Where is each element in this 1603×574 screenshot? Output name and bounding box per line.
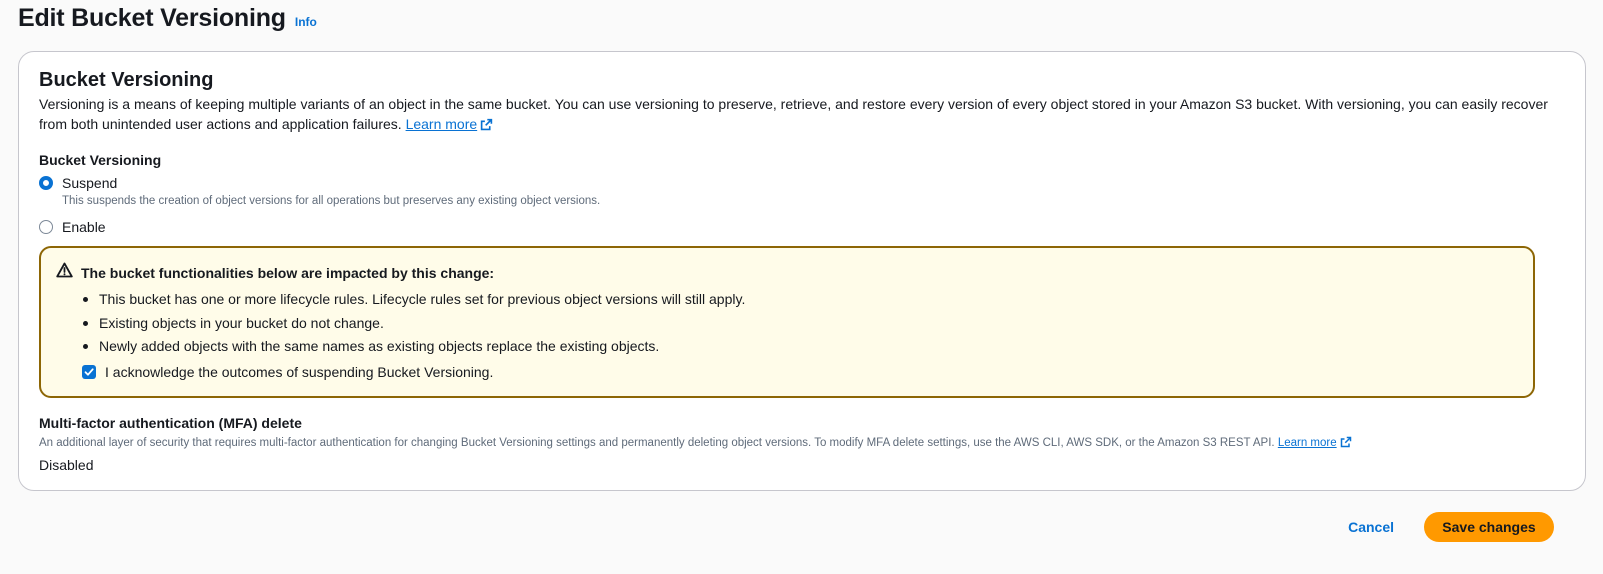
section-description: Versioning is a means of keeping multipl… bbox=[39, 94, 1565, 136]
external-link-icon bbox=[480, 116, 493, 136]
alert-item-existing-objects: Existing objects in your bucket do not c… bbox=[82, 313, 745, 333]
alert-list: This bucket has one or more lifecycle ru… bbox=[82, 289, 746, 360]
page-title: Edit Bucket Versioning bbox=[18, 4, 286, 32]
panel-content: Bucket Versioning Versioning is a means … bbox=[39, 68, 1565, 236]
radio-suspend-label: Suspend bbox=[62, 175, 118, 191]
form-actions: Cancel Save changes bbox=[1328, 512, 1554, 542]
acknowledge-row[interactable]: I acknowledge the outcomes of suspending… bbox=[82, 364, 493, 380]
radio-enable[interactable]: Enable bbox=[39, 218, 1565, 236]
alert-item-new-objects: Newly added objects with the same names … bbox=[82, 336, 745, 356]
mfa-learn-more-link[interactable]: Learn more bbox=[1278, 437, 1337, 449]
section-description-text: Versioning is a means of keeping multipl… bbox=[39, 96, 1548, 132]
page-header: Edit Bucket Versioning Info bbox=[18, 4, 317, 33]
alert-item-lifecycle: This bucket has one or more lifecycle ru… bbox=[82, 291, 746, 307]
versioning-field-label: Bucket Versioning bbox=[39, 152, 162, 168]
mfa-section: Multi-factor authentication (MFA) delete… bbox=[39, 414, 1565, 474]
info-link[interactable]: Info bbox=[295, 15, 317, 29]
acknowledge-label: I acknowledge the outcomes of suspending… bbox=[105, 364, 494, 380]
alert-header: The bucket functionalities below are imp… bbox=[56, 262, 494, 283]
acknowledge-checkbox[interactable] bbox=[82, 365, 96, 379]
radio-suspend-description: This suspends the creation of object ver… bbox=[62, 195, 601, 207]
mfa-title: Multi-factor authentication (MFA) delete bbox=[39, 415, 302, 431]
external-link-icon bbox=[1340, 436, 1352, 453]
mfa-status-value: Disabled bbox=[39, 457, 94, 473]
radio-enable-label: Enable bbox=[62, 219, 106, 235]
warning-icon bbox=[56, 262, 73, 283]
check-icon bbox=[84, 368, 94, 376]
mfa-learn-more-label: Learn more bbox=[1277, 437, 1337, 449]
radio-button-enable[interactable] bbox=[39, 220, 53, 234]
save-changes-button[interactable]: Save changes bbox=[1424, 512, 1554, 542]
mfa-description: An additional layer of security that req… bbox=[39, 435, 1565, 453]
warning-alert: The bucket functionalities below are imp… bbox=[39, 246, 1535, 398]
bucket-versioning-panel: Bucket Versioning Versioning is a means … bbox=[18, 51, 1586, 491]
section-title: Bucket Versioning bbox=[39, 69, 214, 91]
alert-title: The bucket functionalities below are imp… bbox=[81, 264, 495, 281]
radio-enable-text: Enable bbox=[62, 218, 106, 236]
learn-more-label: Learn more bbox=[405, 116, 478, 132]
radio-button-suspend[interactable] bbox=[39, 176, 53, 190]
radio-suspend-text: Suspend This suspends the creation of ob… bbox=[62, 174, 600, 209]
cancel-button[interactable]: Cancel bbox=[1328, 512, 1414, 542]
radio-suspend[interactable]: Suspend This suspends the creation of ob… bbox=[39, 174, 1565, 209]
learn-more-link[interactable]: Learn more bbox=[406, 116, 478, 132]
mfa-description-text: An additional layer of security that req… bbox=[39, 437, 1275, 449]
